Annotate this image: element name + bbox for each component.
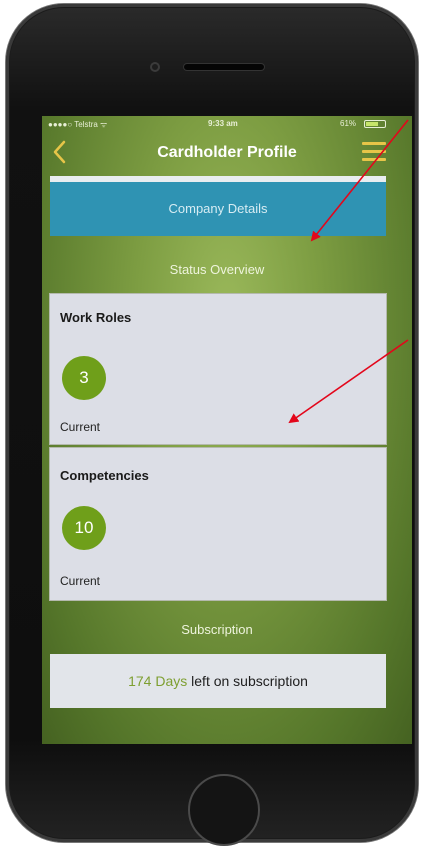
company-details-button[interactable]: Company Details (50, 182, 386, 236)
earpiece-speaker (184, 64, 264, 70)
subscription-heading: Subscription (181, 622, 253, 637)
subscription-days: 174 Days (128, 673, 188, 689)
phone-frame: ●●●●○ Telstra ᯤ 9:33 am 61% Cardholder P… (6, 4, 418, 846)
menu-button[interactable] (362, 142, 386, 162)
app-screen: ●●●●○ Telstra ᯤ 9:33 am 61% Cardholder P… (42, 116, 412, 744)
subscription-card: 174 Days left on subscription (50, 654, 386, 708)
competencies-count-badge: 10 (62, 506, 106, 550)
status-time: 9:33 am (208, 119, 238, 128)
hamburger-menu-icon (362, 142, 386, 145)
status-overview-heading: Status Overview (169, 262, 265, 277)
carrier-signal: ●●●●○ Telstra ᯤ (48, 120, 108, 129)
nav-bar: Cardholder Profile (42, 132, 412, 174)
front-camera-icon (150, 62, 160, 72)
work-roles-card[interactable]: Work Roles 3 Current (50, 294, 386, 444)
work-roles-title: Work Roles (60, 310, 132, 325)
home-button[interactable] (188, 774, 260, 846)
competencies-current-label: Current (60, 574, 101, 588)
competencies-title: Competencies (60, 468, 149, 483)
work-roles-count-badge: 3 (62, 356, 106, 400)
status-bar: ●●●●○ Telstra ᯤ 9:33 am 61% (42, 116, 412, 132)
battery-icon (364, 120, 386, 128)
battery-percent: 61% (340, 119, 357, 128)
competencies-card[interactable]: Competencies 10 Current (50, 448, 386, 600)
work-roles-current-label: Current (60, 420, 101, 434)
subscription-suffix: left on subscription (187, 673, 308, 689)
page-title: Cardholder Profile (157, 144, 297, 161)
